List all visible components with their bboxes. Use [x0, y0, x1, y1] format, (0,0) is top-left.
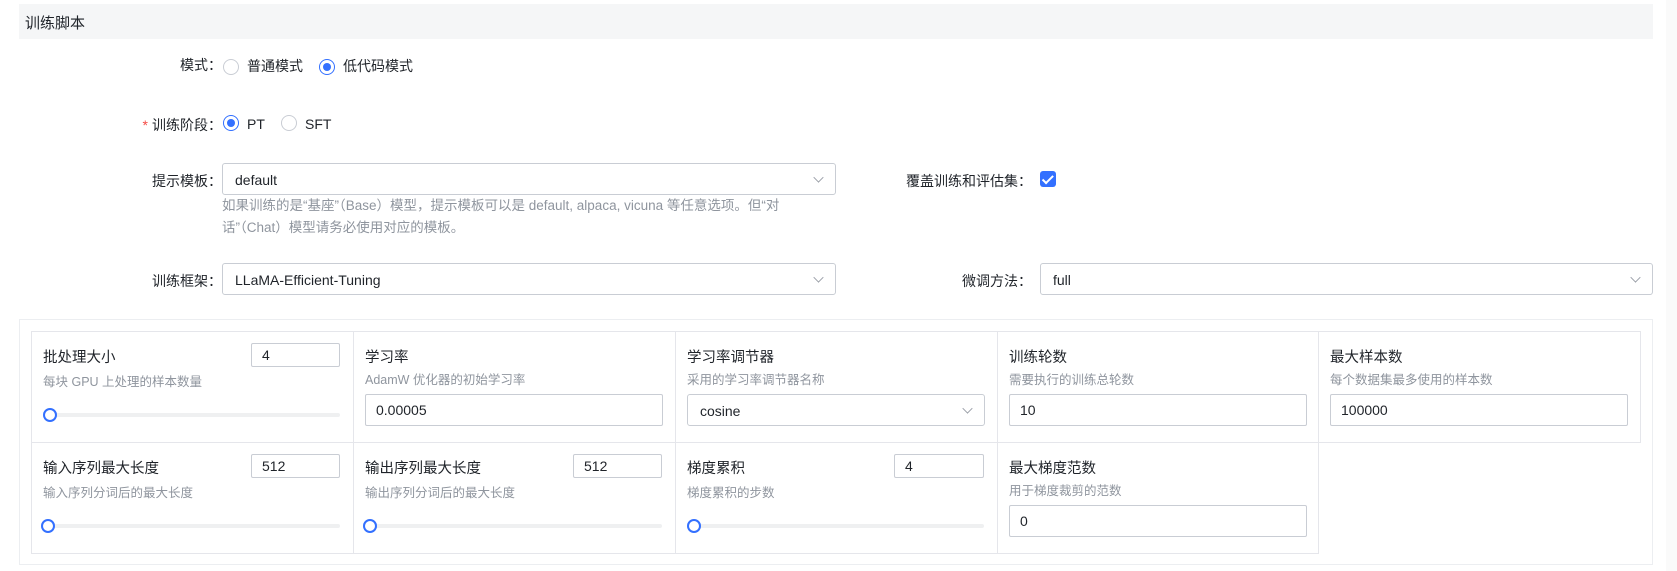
max-target-length-value: 512 — [584, 458, 608, 474]
lr-scheduler-value: cosine — [700, 403, 741, 419]
mode-lowcode-radio[interactable] — [319, 59, 335, 75]
max-grad-norm-value: 0 — [1020, 513, 1028, 529]
max-target-length-slider-thumb[interactable] — [363, 519, 377, 533]
override-sets-label: 覆盖训练和评估集： — [906, 173, 1032, 189]
required-mark: * — [142, 117, 148, 133]
batch-size-input[interactable]: 4 — [251, 343, 340, 367]
max-source-length-slider-thumb[interactable] — [41, 519, 55, 533]
param-learning-rate-cell: 学习率 AdamW 优化器的初始学习率 0.00005 — [353, 331, 676, 443]
param-batch-size-cell: 批处理大小 4 每块 GPU 上处理的样本数量 — [31, 331, 354, 443]
param-title: 输入序列最大长度 — [43, 461, 159, 477]
param-title: 训练轮数 — [1009, 350, 1067, 366]
param-title: 梯度累积 — [687, 461, 745, 477]
max-grad-norm-input[interactable]: 0 — [1009, 505, 1307, 537]
grad-accum-slider-thumb[interactable] — [687, 519, 701, 533]
param-desc: 梯度累积的步数 — [687, 486, 775, 500]
chevron-down-icon — [1630, 272, 1641, 283]
max-target-length-slider-track[interactable] — [370, 524, 662, 528]
param-lr-scheduler-cell: 学习率调节器 采用的学习率调节器名称 cosine — [675, 331, 998, 443]
grad-accum-value: 4 — [905, 458, 913, 474]
max-samples-input[interactable]: 100000 — [1330, 394, 1628, 426]
override-sets-checkbox[interactable] — [1040, 171, 1056, 187]
param-title: 最大梯度范数 — [1009, 461, 1096, 477]
batch-size-value: 4 — [262, 347, 270, 363]
finetune-method-value: full — [1053, 272, 1071, 288]
chevron-down-icon — [962, 403, 973, 414]
scrollbar[interactable] — [1666, 0, 1677, 571]
param-desc: 用于梯度裁剪的范数 — [1009, 484, 1122, 498]
learning-rate-value: 0.00005 — [376, 402, 427, 418]
param-max-samples-cell: 最大样本数 每个数据集最多使用的样本数 100000 — [1318, 331, 1641, 443]
param-epochs-cell: 训练轮数 需要执行的训练总轮数 10 — [997, 331, 1319, 443]
stage-label-text: 训练阶段： — [152, 117, 222, 133]
stage-pt-label[interactable]: PT — [247, 116, 265, 132]
batch-size-slider-track[interactable] — [50, 413, 340, 417]
max-source-length-value: 512 — [262, 458, 286, 474]
param-desc: 输入序列分词后的最大长度 — [43, 486, 194, 500]
param-title: 输出序列最大长度 — [365, 461, 481, 477]
framework-select[interactable]: LLaMA-Efficient-Tuning — [222, 263, 836, 295]
finetune-method-select[interactable]: full — [1040, 263, 1653, 295]
prompt-template-value: default — [235, 172, 278, 188]
param-max-grad-norm-cell: 最大梯度范数 用于梯度裁剪的范数 0 — [997, 442, 1319, 554]
param-max-source-length-cell: 输入序列最大长度 512 输入序列分词后的最大长度 — [31, 442, 354, 554]
max-source-length-input[interactable]: 512 — [251, 454, 340, 478]
max-samples-value: 100000 — [1341, 402, 1388, 418]
param-desc: AdamW 优化器的初始学习率 — [365, 373, 526, 387]
param-max-target-length-cell: 输出序列最大长度 512 输出序列分词后的最大长度 — [353, 442, 676, 554]
framework-label: 训练框架： — [152, 273, 222, 289]
prompt-template-hint-line1: 如果训练的是“基座”（Base）模型，提示模板可以是 default, alpa… — [222, 198, 780, 213]
mode-normal-label[interactable]: 普通模式 — [247, 56, 303, 76]
mode-label: 模式： — [180, 57, 222, 73]
param-desc: 输出序列分词后的最大长度 — [365, 486, 516, 500]
stage-pt-radio[interactable] — [223, 115, 239, 131]
max-source-length-slider-track[interactable] — [48, 524, 340, 528]
batch-size-slider-thumb[interactable] — [43, 408, 57, 422]
framework-value: LLaMA-Efficient-Tuning — [235, 272, 381, 288]
param-title: 最大样本数 — [1330, 350, 1403, 366]
lr-scheduler-select[interactable]: cosine — [687, 394, 985, 426]
prompt-template-hint-line2: 话”（Chat）模型请务必使用对应的模板。 — [222, 220, 465, 235]
stage-sft-label[interactable]: SFT — [305, 116, 331, 132]
section-header — [19, 4, 1653, 39]
max-target-length-input[interactable]: 512 — [573, 454, 662, 478]
param-title: 批处理大小 — [43, 350, 116, 366]
grad-accum-input[interactable]: 4 — [894, 454, 984, 478]
mode-normal-radio[interactable] — [223, 59, 239, 75]
grad-accum-slider-track[interactable] — [694, 524, 984, 528]
mode-lowcode-label[interactable]: 低代码模式 — [343, 56, 413, 76]
chevron-down-icon — [813, 172, 824, 183]
stage-label: * 训练阶段： — [120, 115, 222, 135]
param-desc: 每块 GPU 上处理的样本数量 — [43, 375, 203, 389]
param-desc: 采用的学习率调节器名称 — [687, 373, 825, 387]
prompt-template-select[interactable]: default — [222, 163, 836, 195]
learning-rate-input[interactable]: 0.00005 — [365, 394, 663, 426]
prompt-template-hint: 如果训练的是“基座”（Base）模型，提示模板可以是 default, alpa… — [222, 195, 838, 239]
section-title: 训练脚本 — [25, 15, 86, 32]
prompt-template-label: 提示模板： — [152, 173, 222, 189]
param-title: 学习率调节器 — [687, 350, 774, 366]
epochs-value: 10 — [1020, 402, 1036, 418]
param-desc: 需要执行的训练总轮数 — [1009, 373, 1135, 387]
chevron-down-icon — [813, 272, 824, 283]
param-title: 学习率 — [365, 350, 409, 366]
param-desc: 每个数据集最多使用的样本数 — [1330, 373, 1493, 387]
param-grad-accum-cell: 梯度累积 4 梯度累积的步数 — [675, 442, 998, 554]
finetune-method-label: 微调方法： — [962, 273, 1032, 289]
stage-sft-radio[interactable] — [281, 115, 297, 131]
epochs-input[interactable]: 10 — [1009, 394, 1307, 426]
